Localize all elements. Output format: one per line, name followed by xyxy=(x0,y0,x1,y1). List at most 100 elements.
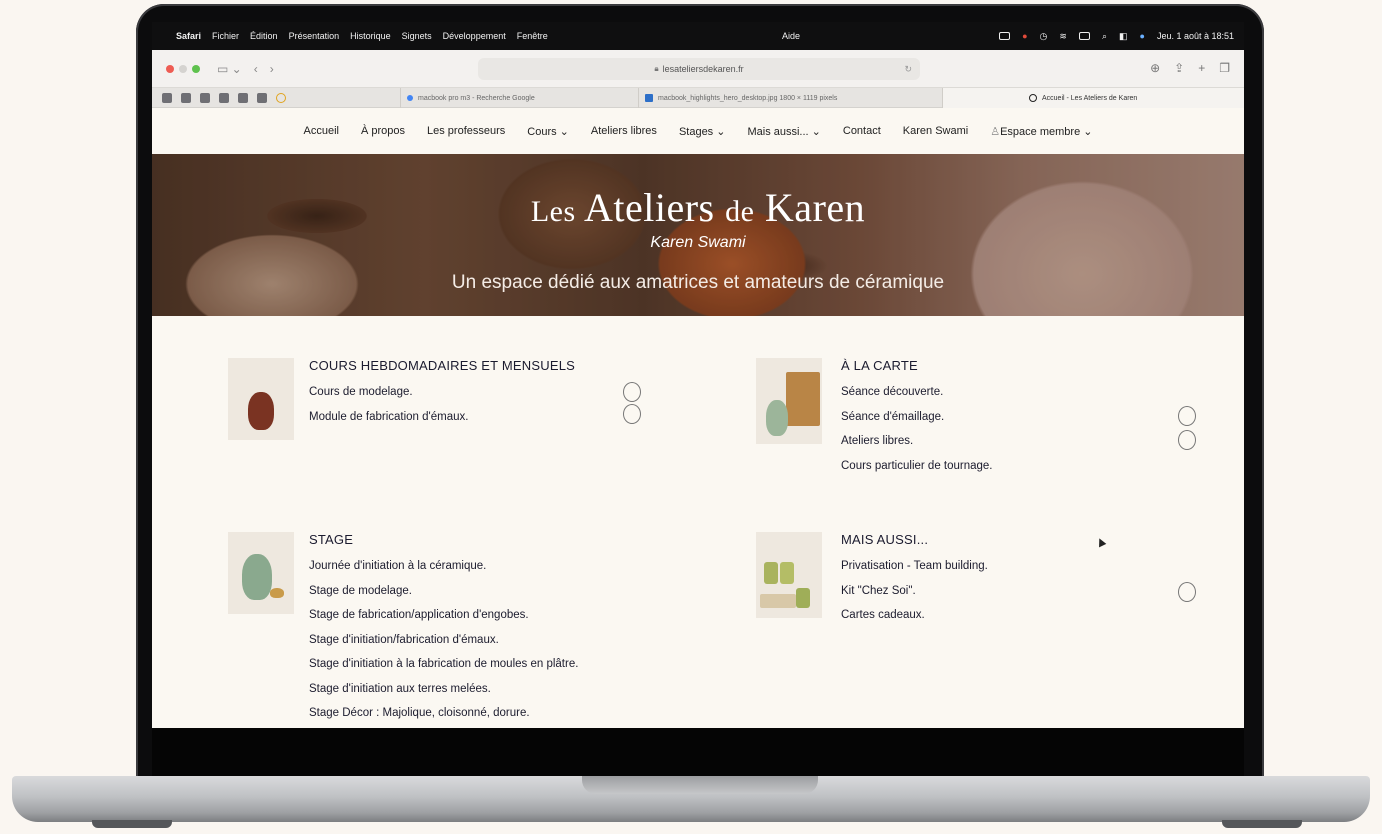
status-icons: ● ◷ ≋ ⌕ ◧ ● Jeu. 1 août à 18:51 xyxy=(999,31,1234,42)
section-title-cours: COURS HEBDOMADAIRES ET MENSUELS xyxy=(309,358,576,373)
nav-espace-membre[interactable]: ♙Espace membre ⌄ xyxy=(990,125,1092,138)
list-item[interactable]: Séance d'émaillage. xyxy=(841,411,993,436)
nav-stages[interactable]: Stages ⌄ xyxy=(679,125,726,138)
tab-bar: macbook pro m3 - Recherche Google macboo… xyxy=(152,88,1244,108)
list-item[interactable]: Stage d'initiation/fabrication d'émaux. xyxy=(309,634,578,659)
minimize-window-button[interactable] xyxy=(179,64,187,73)
title-les: Les xyxy=(530,195,576,228)
aussi-image xyxy=(756,532,822,618)
battery-icon[interactable] xyxy=(1078,32,1090,40)
pinned-tab-7[interactable] xyxy=(276,92,286,103)
list-item[interactable]: Stage de fabrication/application d'engob… xyxy=(309,609,578,634)
menu-edition[interactable]: Édition xyxy=(250,31,278,41)
ring-icon xyxy=(1178,582,1196,602)
pinned-tab-6[interactable] xyxy=(257,92,267,103)
list-item[interactable]: Cartes cadeaux. xyxy=(841,609,988,634)
image-icon xyxy=(645,94,653,102)
control-center-icon[interactable]: ◧ xyxy=(1119,31,1128,42)
screen-mirror-icon[interactable] xyxy=(999,32,1011,40)
search-icon[interactable]: ⌕ xyxy=(1102,31,1107,42)
tab-accueil[interactable]: Accueil - Les Ateliers de Karen xyxy=(942,88,1244,108)
title-de: de xyxy=(725,195,755,228)
menu-fenetre[interactable]: Fenêtre xyxy=(517,31,548,41)
menu-aide[interactable]: Aide xyxy=(782,31,800,41)
menubar-datetime[interactable]: Jeu. 1 août à 18:51 xyxy=(1157,31,1234,41)
list-item[interactable]: Module de fabrication d'émaux. xyxy=(309,411,468,436)
hero-author: Karen Swami xyxy=(650,234,746,251)
sidebar-icon[interactable]: ▭ ⌄ xyxy=(217,62,242,76)
tab-google[interactable]: macbook pro m3 - Recherche Google xyxy=(400,88,638,108)
pinned-tab-4[interactable] xyxy=(219,92,229,103)
close-window-button[interactable] xyxy=(166,64,174,73)
tab-image[interactable]: macbook_highlights_hero_desktop.jpg 1800… xyxy=(638,88,942,108)
hero-tagline: Un espace dédié aux amatrices et amateur… xyxy=(451,272,945,293)
tab-image-label: macbook_highlights_hero_desktop.jpg 1800… xyxy=(658,94,838,102)
download-icon[interactable]: ⊕ xyxy=(1150,61,1160,75)
title-karen: Karen xyxy=(764,185,866,230)
nav-professeurs[interactable]: Les professeurs xyxy=(427,125,505,137)
cup-shape xyxy=(780,562,794,584)
tab-accueil-label: Accueil - Les Ateliers de Karen xyxy=(1042,94,1138,102)
menu-developpement[interactable]: Développement xyxy=(443,31,506,41)
pot-shape xyxy=(270,588,284,598)
hero-banner: Les Ateliers de Karen Karen Swami Un esp… xyxy=(152,154,1244,316)
aussi-list: Privatisation - Team building. Kit "Chez… xyxy=(841,560,988,634)
pinned-tab-2[interactable] xyxy=(181,92,191,103)
list-item[interactable]: Privatisation - Team building. xyxy=(841,560,988,585)
list-item[interactable]: Séance découverte. xyxy=(841,386,993,411)
menu-presentation[interactable]: Présentation xyxy=(289,31,340,41)
forward-icon[interactable]: › xyxy=(270,62,274,76)
zoom-window-button[interactable] xyxy=(192,64,200,73)
carte-image xyxy=(756,358,822,444)
nav-mais-aussi[interactable]: Mais aussi... ⌄ xyxy=(747,125,820,138)
clock-icon[interactable]: ◷ xyxy=(1040,31,1048,42)
list-item[interactable]: Ateliers libres. xyxy=(841,435,993,460)
menu-fichier[interactable]: Fichier xyxy=(212,31,239,41)
pinned-tab-3[interactable] xyxy=(200,92,210,103)
wifi-icon[interactable]: ≋ xyxy=(1059,31,1067,42)
ring-icon xyxy=(1178,430,1196,450)
nav-contact[interactable]: Contact xyxy=(843,125,881,137)
reload-icon[interactable]: ↻ xyxy=(904,64,912,75)
siri-icon[interactable]: ● xyxy=(1140,31,1145,41)
nav-accueil[interactable]: Accueil xyxy=(304,125,339,137)
section-title-aussi: MAIS AUSSI... xyxy=(841,532,929,547)
pot-shape xyxy=(766,400,788,436)
section-title-carte: À LA CARTE xyxy=(841,358,918,373)
screen: Safari Fichier Édition Présentation Hist… xyxy=(152,22,1244,728)
nav-ateliers-libres[interactable]: Ateliers libres xyxy=(591,125,657,137)
menu-historique[interactable]: Historique xyxy=(350,31,391,41)
pinned-tab-1[interactable] xyxy=(162,92,172,103)
stage-list: Journée d'initiation à la céramique. Sta… xyxy=(309,560,578,728)
menu-signets[interactable]: Signets xyxy=(402,31,432,41)
pot-shape xyxy=(248,392,274,430)
laptop-foot-right xyxy=(1222,820,1302,828)
nav-cours[interactable]: Cours ⌄ xyxy=(527,125,569,138)
list-item[interactable]: Journée d'initiation à la céramique. xyxy=(309,560,578,585)
new-tab-icon[interactable]: + xyxy=(1198,61,1205,75)
nav-a-propos[interactable]: À propos xyxy=(361,125,405,137)
list-item[interactable]: Cours particulier de tournage. xyxy=(841,460,993,485)
tab-google-label: macbook pro m3 - Recherche Google xyxy=(418,94,535,102)
address-bar[interactable]: 🔒︎ lesateliersdekaren.fr ↻ xyxy=(478,58,920,80)
pinned-tab-5[interactable] xyxy=(238,92,248,103)
ring-icon xyxy=(623,382,641,402)
ring-icon xyxy=(623,404,641,424)
record-icon[interactable]: ● xyxy=(1022,31,1027,41)
list-item[interactable]: Cours de modelage. xyxy=(309,386,468,411)
tab-overview-icon[interactable]: ❐ xyxy=(1219,61,1230,75)
list-item[interactable]: Stage d'initiation à la fabrication de m… xyxy=(309,658,578,683)
nav-karen-swami[interactable]: Karen Swami xyxy=(903,125,968,137)
site-icon xyxy=(1029,94,1037,102)
list-item[interactable]: Stage d'initiation aux terres melées. xyxy=(309,683,578,708)
list-item[interactable]: Kit "Chez Soi". xyxy=(841,585,988,610)
list-item[interactable]: Stage de modelage. xyxy=(309,585,578,610)
stage-image xyxy=(228,532,294,614)
nav-espace-membre-label: Espace membre ⌄ xyxy=(1000,125,1093,138)
cours-list: Cours de modelage. Module de fabrication… xyxy=(309,386,468,435)
share-icon[interactable]: ⇪ xyxy=(1174,61,1184,75)
list-item[interactable]: Stage Décor : Majolique, cloisonné, doru… xyxy=(309,707,578,728)
back-icon[interactable]: ‹ xyxy=(254,62,258,76)
laptop-foot-left xyxy=(92,820,172,828)
menu-safari[interactable]: Safari xyxy=(176,31,201,41)
